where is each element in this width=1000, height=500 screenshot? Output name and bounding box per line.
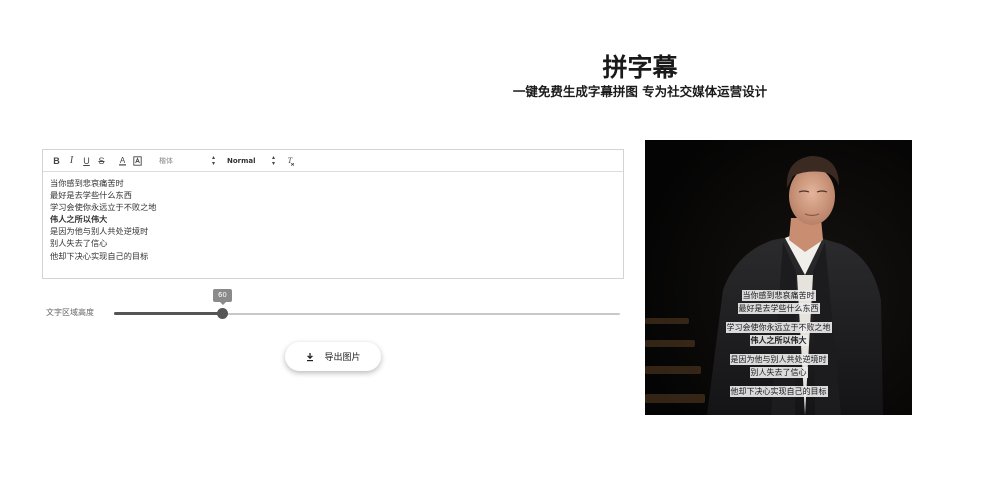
caption-line: 最好是去学些什么东西	[645, 302, 912, 315]
caption-line: 是因为他与别人共处逆境时	[645, 353, 912, 366]
editor-toolbar: B I U S A 楷体 ▴ ▾ Normal ▴ ▾ T	[43, 150, 623, 172]
select-caret-icon: ▴ ▾	[271, 153, 275, 167]
editor-line: 别人失去了信心	[50, 238, 108, 249]
select-caret-icon: ▴ ▾	[211, 153, 215, 167]
font-size-value: Normal	[227, 156, 256, 165]
underline-button[interactable]: U	[79, 154, 94, 168]
font-family-value: 楷体	[159, 156, 173, 165]
download-icon	[307, 352, 314, 361]
font-family-select[interactable]: 楷体 ▴ ▾	[159, 154, 215, 168]
editor-line: 最好是去学些什么东西	[50, 190, 132, 201]
slider-thumb[interactable]	[216, 308, 228, 319]
app-subtitle: 一键免费生成字幕拼图 专为社交媒体运营设计	[512, 84, 768, 99]
caption-line: 学习会使你永远立于不败之地	[645, 321, 912, 334]
app-title: 拼字幕	[602, 53, 678, 82]
editor-line: 伟人之所以伟大	[50, 214, 108, 225]
rich-text-editor[interactable]: B I U S A 楷体 ▴ ▾ Normal ▴ ▾ T 当你感到悲哀痛苦时 …	[42, 149, 624, 279]
slider-track[interactable]	[114, 312, 223, 315]
strikethrough-button[interactable]: S	[94, 154, 109, 168]
caption-line: 当你感到悲哀痛苦时	[645, 289, 912, 302]
slider-label: 文字区域高度	[46, 308, 94, 317]
caption-text: 伟人之所以伟大	[749, 335, 808, 346]
app-header: 拼字幕 一键免费生成字幕拼图 专为社交媒体运营设计	[500, 52, 780, 100]
font-size-select[interactable]: Normal ▴ ▾	[227, 154, 275, 168]
text-area-height-control: 文字区域高度 60	[46, 289, 626, 324]
background-color-icon	[133, 155, 142, 166]
clear-format-icon: T	[288, 156, 295, 166]
text-color-letter: A	[120, 156, 126, 165]
export-button-label: 导出图片	[324, 353, 361, 363]
caption-text: 是因为他与别人共处逆境时	[729, 354, 828, 365]
slider-value-tooltip: 60	[212, 289, 232, 305]
editor-line: 是因为他与别人共处逆境时	[50, 226, 149, 237]
caption-line: 别人失去了信心	[645, 366, 912, 379]
export-image-button[interactable]: 导出图片	[285, 342, 381, 371]
caption-text: 最好是去学些什么东西	[737, 303, 820, 314]
italic-button[interactable]: I	[64, 154, 79, 168]
editor-line: 学习会使你永远立于不败之地	[50, 202, 157, 213]
preview-image: 当你感到悲哀痛苦时 最好是去学些什么东西学习会使你永远立于不败之地 伟人之所以伟大是…	[645, 140, 912, 415]
editor-line: 他却下决心实现自己的目标	[50, 250, 149, 261]
caption-line: 他却下决心实现自己的目标	[645, 385, 912, 398]
text-color-button[interactable]: A	[115, 154, 130, 168]
caption-text: 当你感到悲哀痛苦时	[741, 290, 816, 301]
background-color-button[interactable]	[130, 154, 145, 168]
editor-line: 当你感到悲哀痛苦时	[50, 178, 124, 188]
text-color-icon: A	[119, 156, 126, 165]
clear-format-button[interactable]: T	[283, 154, 298, 168]
caption-text: 他却下决心实现自己的目标	[729, 386, 828, 397]
editor-content[interactable]: 当你感到悲哀痛苦时 最好是去学些什么东西 学习会使你永远立于不败之地 伟人之所以伟大是…	[43, 172, 623, 262]
bold-button[interactable]: B	[49, 154, 64, 168]
caption-text: 学习会使你永远立于不败之地	[725, 322, 832, 333]
caption-stack: 当你感到悲哀痛苦时 最好是去学些什么东西学习会使你永远立于不败之地 伟人之所以伟大是…	[645, 289, 912, 398]
caption-text: 别人失去了信心	[749, 367, 808, 378]
caption-line: 伟人之所以伟大	[645, 334, 912, 347]
